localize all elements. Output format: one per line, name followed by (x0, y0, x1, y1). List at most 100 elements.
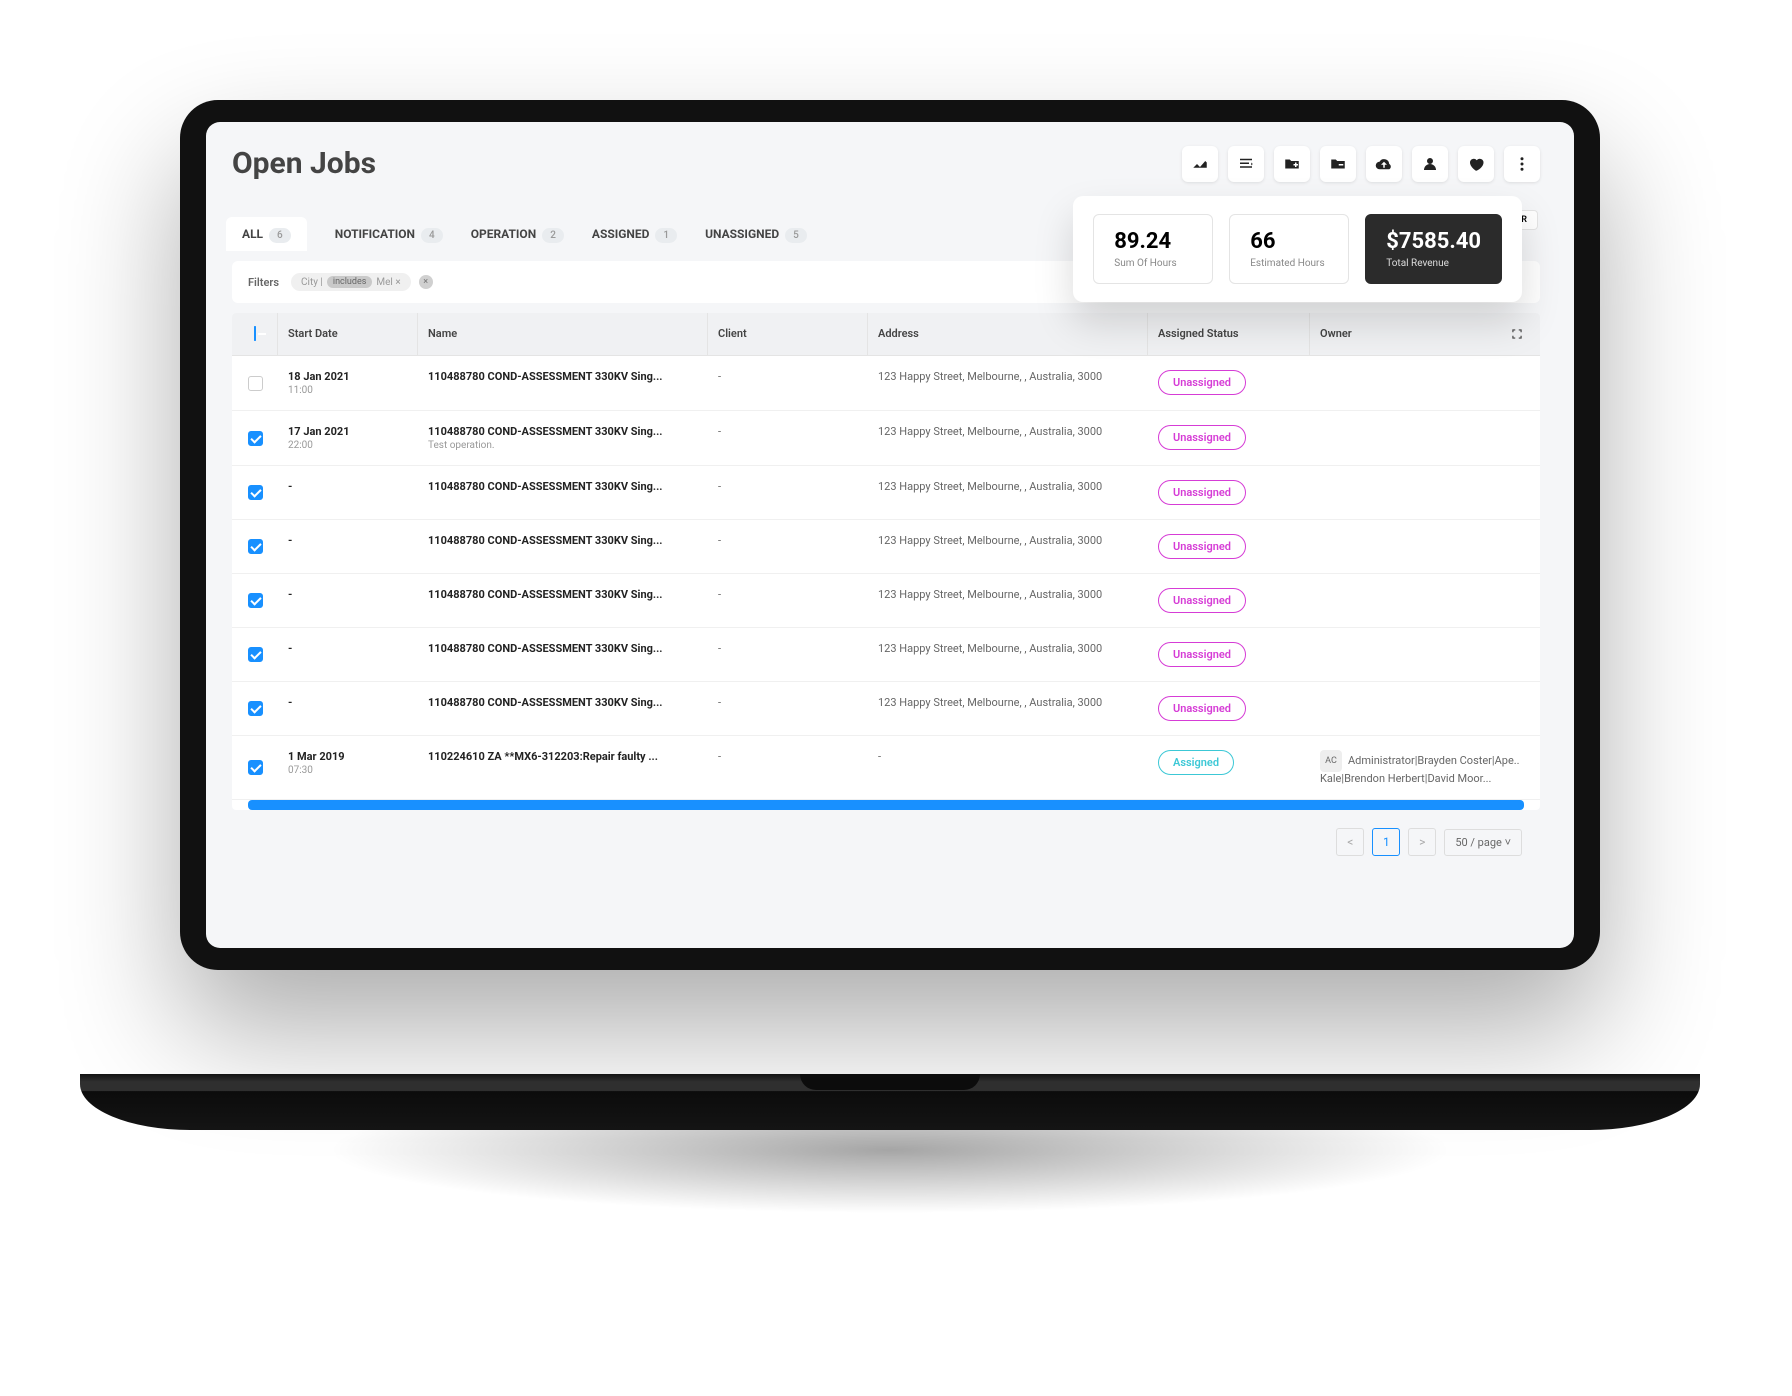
header-start-date[interactable]: Start Date (278, 313, 418, 355)
start-date: - (288, 534, 408, 547)
estimated-hours-label: Estimated Hours (1250, 258, 1328, 269)
address-cell: 123 Happy Street, Melbourne, , Australia… (868, 466, 1148, 519)
job-name: 110488780 COND-ASSESSMENT 330KV Sing... (428, 534, 698, 547)
laptop-frame: Open Jobs ⇅SORT FILTER 89.24 (180, 100, 1600, 970)
table-row[interactable]: -110488780 COND-ASSESSMENT 330KV Sing...… (232, 574, 1540, 628)
owner-cell: ACAdministrator|Brayden Coster|Ape.. Kal… (1310, 736, 1540, 799)
expand-columns-button[interactable] (1494, 313, 1540, 355)
row-checkbox[interactable] (248, 485, 263, 500)
tab-operation[interactable]: OPERATION2 (471, 227, 564, 241)
row-checkbox[interactable] (248, 593, 263, 608)
row-checkbox[interactable] (248, 539, 263, 554)
per-page-select[interactable]: 50 / page ˅ (1444, 829, 1522, 856)
tab-count: 6 (269, 228, 291, 243)
status-badge: Unassigned (1158, 534, 1246, 559)
header-address[interactable]: Address (868, 313, 1148, 355)
filter-chip[interactable]: City | includes Mel × (291, 273, 411, 291)
start-date: 18 Jan 2021 (288, 370, 408, 383)
tab-count: 5 (785, 228, 807, 243)
heart-icon[interactable] (1458, 146, 1494, 182)
owner-cell (1310, 411, 1540, 465)
status-badge: Unassigned (1158, 588, 1246, 613)
owner-cell (1310, 466, 1540, 519)
next-page-button[interactable]: > (1408, 828, 1436, 856)
owner-cell (1310, 628, 1540, 681)
tab-notification[interactable]: NOTIFICATION 4 (335, 227, 443, 241)
table-row[interactable]: -110488780 COND-ASSESSMENT 330KV Sing...… (232, 682, 1540, 736)
header-name[interactable]: Name (418, 313, 708, 355)
job-subtitle: Test operation. (428, 440, 698, 451)
status-badge: Unassigned (1158, 480, 1246, 505)
per-page-label: 50 / page (1455, 836, 1502, 849)
page-title: Open Jobs (232, 146, 376, 181)
tab-unassigned[interactable]: UNASSIGNED5 (705, 227, 807, 241)
job-name: 110488780 COND-ASSESSMENT 330KV Sing... (428, 696, 698, 709)
chip-field: City | (301, 277, 323, 288)
table-row[interactable]: 18 Jan 2021 11:00 110488780 COND-ASSESSMEN… (232, 356, 1540, 411)
owner-names: Administrator|Brayden Coster|Ape.. Kale|… (1320, 754, 1520, 785)
folder-remove-icon[interactable] (1320, 146, 1356, 182)
sum-hours-label: Sum Of Hours (1114, 258, 1192, 269)
cloud-upload-icon[interactable] (1366, 146, 1402, 182)
filters-label: Filters (248, 276, 279, 289)
row-checkbox[interactable] (248, 647, 263, 662)
notes-icon[interactable] (1228, 146, 1264, 182)
user-icon[interactable] (1412, 146, 1448, 182)
laptop-mockup: Open Jobs ⇅SORT FILTER 89.24 (180, 100, 1600, 1130)
row-checkbox[interactable] (248, 701, 263, 716)
client-cell: - (708, 466, 868, 519)
horizontal-scrollbar[interactable] (248, 800, 1524, 810)
status-badge: Assigned (1158, 750, 1234, 775)
header-client[interactable]: Client (708, 313, 868, 355)
row-checkbox[interactable] (248, 760, 263, 775)
chip-remove-icon[interactable]: × (419, 275, 433, 289)
table-row[interactable]: - 110488780 COND-ASSESSMENT 330KV Sing...… (232, 520, 1540, 574)
address-cell: - (868, 736, 1148, 799)
header-owner[interactable]: Owner (1310, 313, 1494, 355)
more-icon[interactable] (1504, 146, 1540, 182)
tab-label: NOTIFICATION (335, 227, 415, 241)
prev-page-button[interactable]: < (1336, 828, 1364, 856)
table-row[interactable]: -110488780 COND-ASSESSMENT 330KV Sing...… (232, 466, 1540, 520)
sum-hours-box: 89.24 Sum Of Hours (1093, 214, 1213, 284)
table-row[interactable]: 1 Mar 201907:30110224610 ZA **MX6-312203… (232, 736, 1540, 800)
tab-label: OPERATION (471, 227, 536, 241)
job-name: 110488780 COND-ASSESSMENT 330KV Sing... (428, 370, 698, 383)
table-row[interactable]: -110488780 COND-ASSESSMENT 330KV Sing...… (232, 628, 1540, 682)
client-cell: - (708, 356, 868, 410)
status-badge: Unassigned (1158, 425, 1246, 450)
owner-cell (1310, 682, 1540, 735)
row-checkbox[interactable] (248, 376, 263, 391)
table-row[interactable]: 17 Jan 202122:00110488780 COND-ASSESSMEN… (232, 411, 1540, 466)
address-cell: 123 Happy Street, Melbourne, , Australia… (868, 574, 1148, 627)
job-name: 110488780 COND-ASSESSMENT 330KV Sing... (428, 425, 698, 438)
toolbar (1182, 146, 1540, 182)
client-cell: - (708, 574, 868, 627)
job-name: 110488780 COND-ASSESSMENT 330KV Sing... (428, 642, 698, 655)
tab-assigned[interactable]: ASSIGNED1 (592, 227, 677, 241)
row-checkbox[interactable] (248, 431, 263, 446)
estimated-hours-box: 66 Estimated Hours (1229, 214, 1349, 284)
tab-count: 4 (421, 228, 443, 243)
start-date: 1 Mar 2019 (288, 750, 408, 763)
select-all-checkbox[interactable] (254, 326, 256, 341)
address-cell: 123 Happy Street, Melbourne, , Australia… (868, 411, 1148, 465)
total-revenue-label: Total Revenue (1386, 258, 1481, 269)
header-status[interactable]: Assigned Status (1148, 313, 1310, 355)
job-name: 110488780 COND-ASSESSMENT 330KV Sing... (428, 588, 698, 601)
summary-card: 89.24 Sum Of Hours 66 Estimated Hours $7… (1073, 196, 1522, 302)
folder-add-icon[interactable] (1274, 146, 1310, 182)
start-date: - (288, 696, 408, 709)
tab-label: ALL (242, 227, 263, 241)
chip-value: Mel × (376, 277, 400, 288)
tab-all[interactable]: ALL 6 (226, 217, 307, 251)
table-header-row: Start Date Name Client Address Assigned … (232, 313, 1540, 356)
status-badge: Unassigned (1158, 370, 1246, 395)
client-cell: - (708, 682, 868, 735)
page-1-button[interactable]: 1 (1372, 828, 1400, 856)
total-revenue-value: $7585.40 (1386, 229, 1481, 254)
start-time: 11:00 (288, 385, 408, 396)
start-time: 22:00 (288, 440, 408, 451)
status-badge: Unassigned (1158, 642, 1246, 667)
chart-icon[interactable] (1182, 146, 1218, 182)
